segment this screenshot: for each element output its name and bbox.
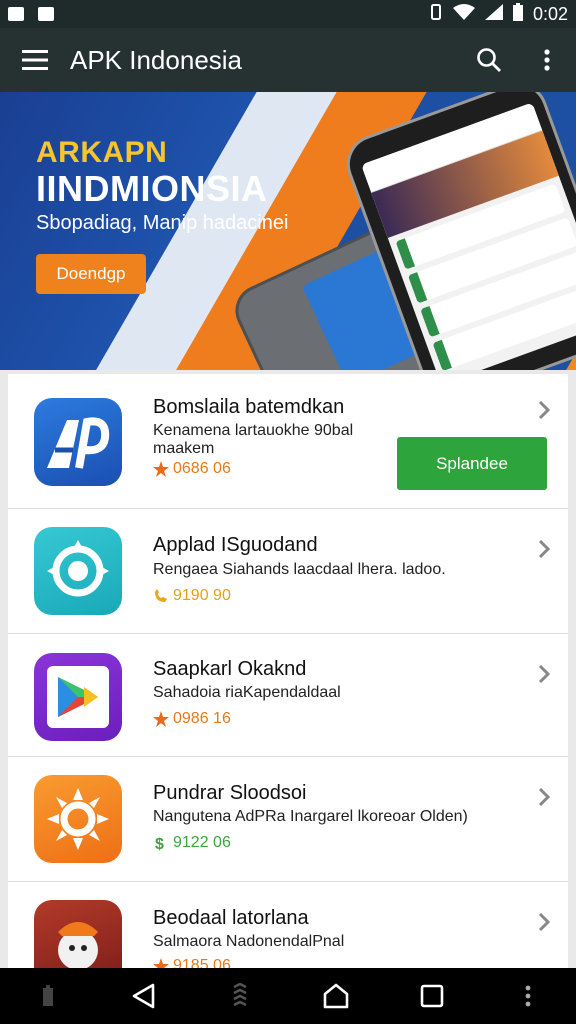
list-item[interactable]: Bomslaila batemdkan Kenamena lartauokhe … [8,374,568,509]
back-icon[interactable] [114,968,174,1024]
rating-value: 9185 06 [173,957,231,968]
app-description: Sahadoia riaKapendaldaal [153,684,341,701]
rating-value: 9190 90 [173,587,231,604]
app-list: Bomslaila batemdkan Kenamena lartauokhe … [8,374,568,968]
apps-icon[interactable] [210,968,270,1024]
notification-icon-2 [38,7,54,21]
game-character-icon [34,900,122,968]
app-description: Rengaea Siahands laacdaal lhera. ladoo. [153,561,446,578]
app-title: APK Indonesia [70,44,243,75]
app-rating: 9190 90 [153,587,231,605]
recents-icon[interactable] [402,968,462,1024]
play-store-icon [34,653,122,741]
app-name: Saapkarl Okaknd [153,658,307,680]
app-name: Applad ISguodand [153,534,318,556]
gear-sun-icon [34,775,122,863]
hamburger-menu-icon[interactable] [0,28,70,92]
wifi-icon [452,3,475,25]
phone-icon [155,589,167,602]
banner-headline: IINDMIONSIA [36,168,268,209]
chevron-right-icon[interactable] [534,787,554,807]
camera-lens-icon [34,527,122,615]
app-description: Kenamena lartauokhe 90bal maakem [153,422,354,457]
home-icon[interactable] [306,968,366,1024]
search-icon[interactable] [460,28,518,92]
app-name: Beodaal latorlana [153,907,309,929]
more-vert-icon[interactable] [518,28,576,92]
app-rating: 0986 16 [153,710,231,728]
app-description: Salmaora NadonendalPnal [153,933,345,950]
dollar-icon: $ [155,836,164,851]
chevron-right-icon[interactable] [534,400,554,420]
app-rating: $ 9122 06 [153,834,231,852]
install-button[interactable]: Splandee [397,437,547,490]
app-rating: 9185 06 [153,957,231,968]
list-item[interactable]: Saapkarl Okaknd Sahadoia riaKapendaldaal… [8,634,568,757]
app-bar: APK Indonesia [0,28,576,92]
ap-logo-icon [34,398,122,486]
chevron-right-icon[interactable] [534,539,554,559]
star-icon [153,711,169,727]
app-name: Bomslaila batemdkan [153,396,345,418]
chevron-right-icon[interactable] [534,664,554,684]
app-name: Pundrar Sloodsoi [153,782,307,804]
star-icon [153,461,169,477]
svg-text:$: $ [155,836,164,851]
signal-icon [484,3,503,25]
battery-icon [512,2,523,26]
more-vert-icon[interactable] [498,968,558,1024]
list-item[interactable]: Applad ISguodand Rengaea Siahands laacda… [8,509,568,634]
vibrate-icon [429,3,443,25]
notification-icon [8,7,24,21]
banner-cta-button[interactable]: Doendgp [36,254,146,294]
rating-value: 9122 06 [173,834,231,851]
app-description: Nangutena AdPRa Inargarel lkoreoar Olden… [153,808,468,825]
status-bar: 0:02 [0,0,576,28]
banner-tagline: Sbopadiag, Manip hadacinei [36,212,289,234]
list-item[interactable]: Beodaal latorlana Salmaora NadonendalPna… [8,882,568,968]
list-item[interactable]: Pundrar Sloodsoi Nangutena AdPRa Inargar… [8,757,568,882]
battery-saver-icon [18,968,78,1024]
promo-banner[interactable]: ARKAPN IINDMIONSIA Sbopadiag, Manip hada… [0,92,576,370]
star-icon [153,958,169,968]
rating-value: 0986 16 [173,710,231,727]
chevron-right-icon[interactable] [534,912,554,932]
app-rating: 0686 06 [153,460,231,478]
system-nav-bar [0,968,576,1024]
banner-headline: ARKAPN [36,136,168,169]
rating-value: 0686 06 [173,460,231,477]
clock: 0:02 [532,3,568,24]
